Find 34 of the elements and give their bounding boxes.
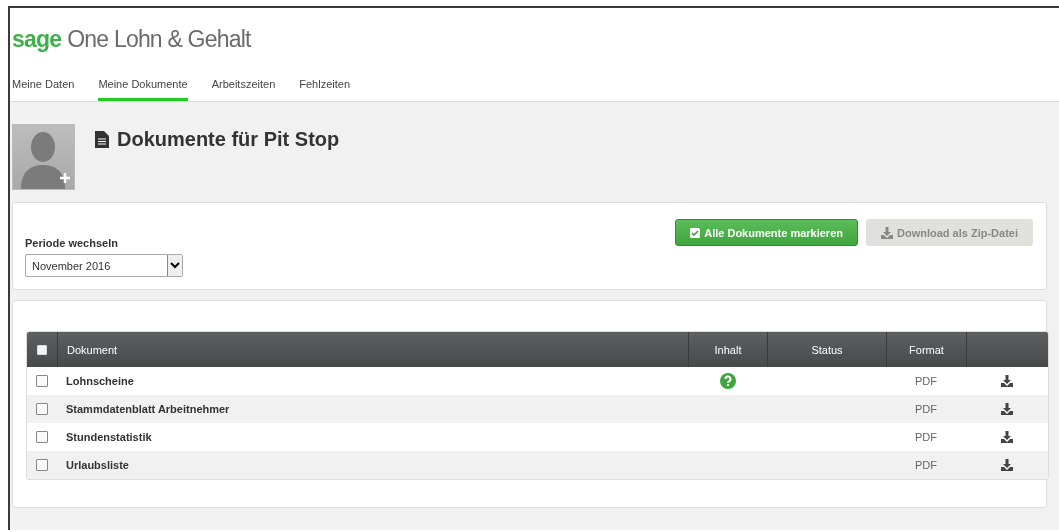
- format-cell: PDF: [915, 403, 937, 415]
- avatar-placeholder[interactable]: [12, 124, 75, 190]
- document-icon: [95, 131, 109, 148]
- format-cell: PDF: [915, 375, 937, 387]
- nav-tab[interactable]: Arbeitszeiten: [211, 75, 276, 101]
- checkbox-icon: [690, 227, 701, 238]
- format-cell: PDF: [915, 459, 937, 471]
- download-icon[interactable]: [1001, 459, 1013, 471]
- period-label: Periode wechseln: [25, 237, 119, 249]
- column-header: Inhalt: [714, 343, 742, 356]
- document-name: Lohnscheine: [65, 375, 135, 387]
- format-cell: PDF: [915, 431, 937, 443]
- column-header: Dokument: [67, 343, 118, 356]
- download-icon[interactable]: [1001, 403, 1013, 415]
- chevron-down-icon: [170, 262, 180, 269]
- period-select[interactable]: November 2016: [25, 254, 183, 277]
- document-name: Stammdatenblatt Arbeitnehmer: [65, 403, 231, 415]
- document-name: Urlaubsliste: [65, 459, 130, 471]
- select-all-checkbox[interactable]: [37, 344, 47, 355]
- nav-tab[interactable]: Fehlzeiten: [299, 75, 350, 101]
- row-checkbox[interactable]: [36, 459, 48, 471]
- column-header: Format: [909, 343, 944, 356]
- download-icon[interactable]: [1001, 431, 1013, 443]
- row-checkbox[interactable]: [36, 403, 48, 415]
- row-checkbox[interactable]: [36, 431, 48, 443]
- document-name: Stundenstatistik: [65, 431, 153, 443]
- column-header: Status: [811, 343, 843, 356]
- download-icon[interactable]: [1001, 375, 1013, 387]
- product-name: One Lohn & Gehalt: [67, 26, 251, 53]
- brand-logo: sage: [12, 26, 62, 53]
- page-title: Dokumente für Pit Stop: [117, 128, 340, 151]
- row-checkbox[interactable]: [36, 375, 48, 387]
- nav-tab[interactable]: Meine Daten: [12, 75, 75, 101]
- help-icon[interactable]: [719, 373, 736, 389]
